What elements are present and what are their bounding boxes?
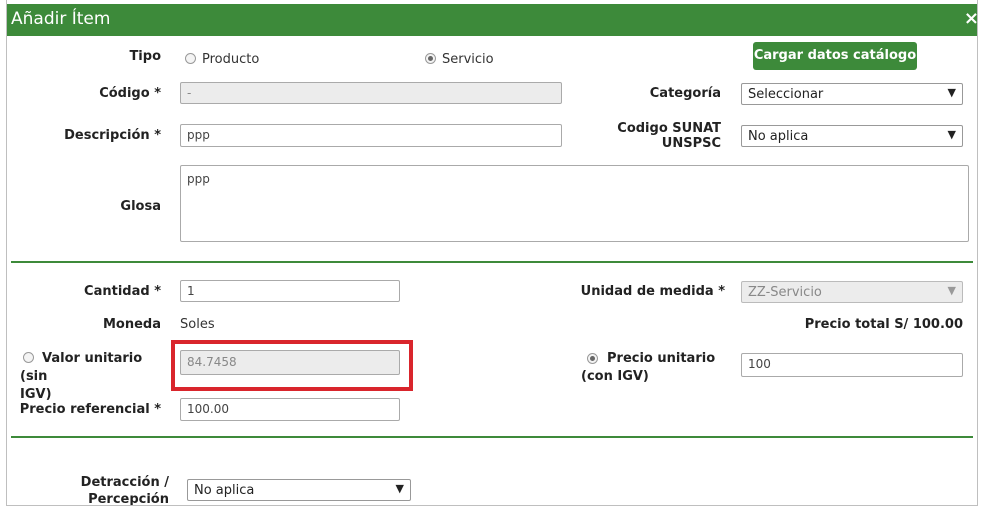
codigo-sunat-select-value: No aplica — [748, 129, 809, 144]
chevron-down-icon: ▼ — [395, 482, 404, 495]
unidad-label: Unidad de medida * — [580, 284, 725, 299]
radio-servicio-label: Servicio — [442, 52, 494, 67]
radio-servicio[interactable] — [425, 53, 436, 64]
precio-unitario-label: Precio unitario (con IGV) — [581, 350, 721, 386]
categoria-label: Categoría — [649, 86, 721, 101]
valor-unitario-label: Valor unitario (sin IGV) — [20, 350, 170, 404]
dialog-titlebar: Añadir Ítem × — [7, 4, 977, 36]
radio-producto-label: Producto — [202, 52, 260, 67]
cantidad-label: Cantidad * — [84, 284, 161, 299]
precio-unitario-label-line2: (con IGV) — [581, 369, 649, 384]
detraccion-label-line1: Detracción / — [80, 475, 169, 490]
detraccion-select-value: No aplica — [194, 483, 255, 498]
codigo-sunat-label: Codigo SUNAT UNSPSC — [587, 121, 721, 151]
section-divider — [11, 436, 973, 438]
codigo-sunat-select[interactable]: No aplica ▼ — [741, 125, 963, 147]
chevron-down-icon: ▼ — [947, 128, 956, 141]
codigo-label: Código * — [99, 86, 161, 101]
chevron-down-icon: ▼ — [947, 86, 956, 99]
moneda-label: Moneda — [102, 317, 161, 332]
glosa-label: Glosa — [120, 199, 161, 214]
dialog-title: Añadir Ítem — [11, 9, 111, 29]
unidad-select[interactable]: ZZ-Servicio ▼ — [741, 281, 963, 303]
descripcion-field[interactable]: ppp — [180, 124, 562, 147]
glosa-textarea[interactable]: ppp — [180, 165, 969, 242]
detraccion-label-line2: Percepción — [88, 492, 169, 506]
detraccion-select[interactable]: No aplica ▼ — [187, 479, 411, 501]
unidad-select-value: ZZ-Servicio — [748, 285, 822, 300]
codigo-sunat-label-line1: Codigo SUNAT — [617, 121, 721, 136]
precio-unitario-field[interactable]: 100 — [741, 353, 963, 377]
codigo-field[interactable]: - — [180, 82, 562, 104]
add-item-dialog: Añadir Ítem × Tipo Producto Servicio Car… — [6, 0, 978, 506]
valor-unitario-field[interactable]: 84.7458 — [180, 350, 400, 375]
cantidad-field[interactable]: 1 — [180, 280, 400, 302]
load-catalog-button[interactable]: Cargar datos catálogo — [753, 42, 917, 70]
section-divider — [11, 261, 973, 263]
valor-unitario-label-line1: Valor unitario (sin — [20, 351, 143, 384]
descripcion-label: Descripción * — [64, 128, 161, 143]
precio-referencial-field[interactable]: 100.00 — [180, 398, 400, 421]
categoria-select[interactable]: Seleccionar ▼ — [741, 83, 963, 105]
valor-unitario-label-line2: IGV) — [20, 387, 52, 402]
moneda-value: Soles — [180, 317, 215, 332]
categoria-select-value: Seleccionar — [748, 87, 824, 102]
radio-producto[interactable] — [185, 53, 196, 64]
precio-referencial-label: Precio referencial * — [19, 402, 161, 417]
close-icon[interactable]: × — [964, 8, 977, 29]
precio-unitario-label-line1: Precio unitario — [607, 351, 716, 366]
chevron-down-icon: ▼ — [947, 284, 956, 297]
precio-total: Precio total S/ 100.00 — [804, 317, 963, 332]
detraccion-label: Detracción / Percepción — [47, 474, 169, 506]
codigo-sunat-label-line2: UNSPSC — [661, 136, 721, 151]
tipo-label: Tipo — [129, 49, 161, 64]
